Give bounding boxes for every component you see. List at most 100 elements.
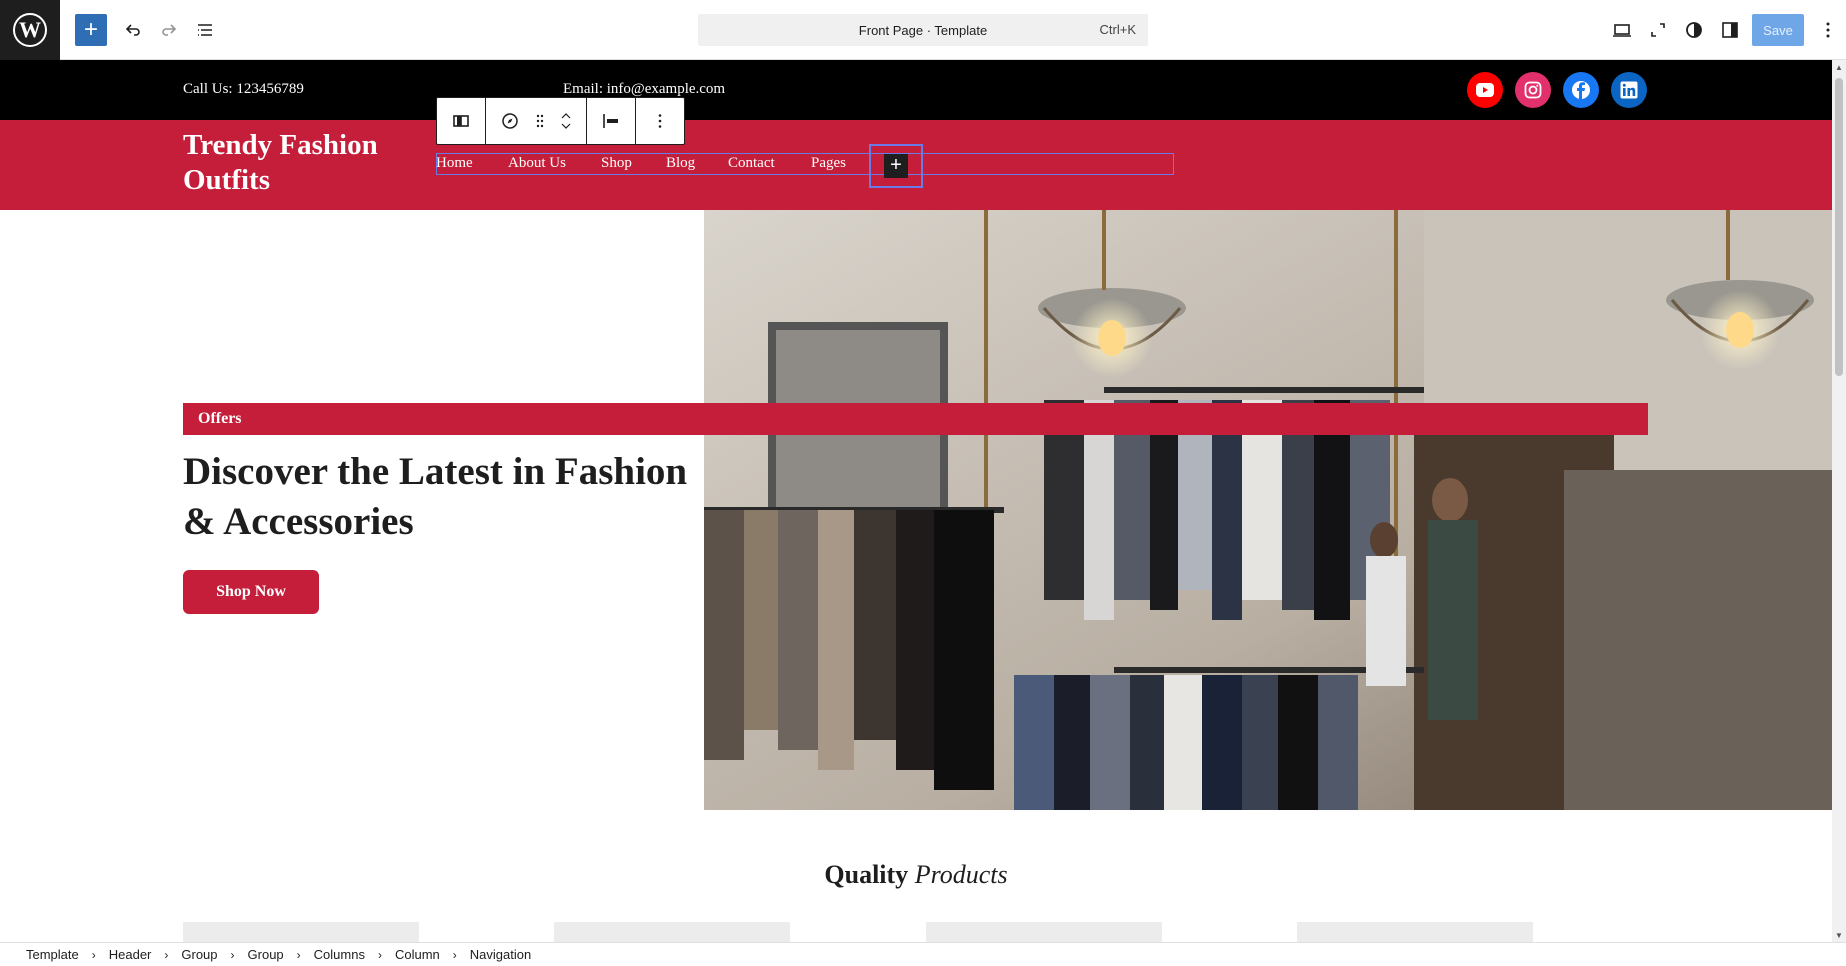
select-parent-button[interactable]: [443, 103, 479, 139]
product-card[interactable]: [183, 922, 419, 942]
plus-icon: +: [884, 154, 908, 178]
styles-button[interactable]: [1676, 12, 1712, 48]
command-shortcut: Ctrl+K: [1099, 22, 1136, 37]
nav-item-blog[interactable]: Blog: [666, 155, 695, 172]
canvas-scrollbar[interactable]: ▲ ▼: [1832, 60, 1846, 942]
justification-button[interactable]: [593, 103, 629, 139]
save-button[interactable]: Save: [1752, 14, 1804, 46]
top-info-bar: Call Us: 123456789 Email: info@example.c…: [0, 60, 1832, 120]
chevron-up-down-icon: [561, 113, 571, 129]
nav-item-shop[interactable]: Shop: [601, 155, 632, 172]
shop-now-button[interactable]: Shop Now: [183, 570, 319, 614]
move-buttons[interactable]: [552, 103, 580, 139]
breadcrumb-label: Group: [247, 947, 284, 962]
editor-toolbar-right: Save: [1604, 0, 1846, 60]
breadcrumb-item[interactable]: Columns ›: [314, 947, 395, 962]
scroll-up-arrow[interactable]: ▲: [1832, 60, 1846, 74]
wordpress-icon: W: [13, 12, 47, 47]
linkedin-icon: [1620, 81, 1638, 99]
breadcrumb-label: Columns: [313, 947, 365, 962]
clothing-store-image: [704, 210, 1832, 810]
breadcrumb-label: Navigation: [469, 947, 532, 962]
expand-icon: [1651, 23, 1665, 37]
more-vertical-icon: [1826, 22, 1830, 38]
columns-icon: [453, 115, 469, 127]
block-inserter-button[interactable]: +: [75, 13, 107, 46]
breadcrumb-label: Column: [394, 947, 440, 962]
youtube-icon: [1476, 83, 1494, 97]
editor-toolbar: W + Front Page · Template Ctrl+K Save: [0, 0, 1846, 60]
chevron-right-icon: ›: [164, 947, 169, 962]
sidebar-icon: [1722, 22, 1738, 38]
contrast-icon: [1686, 22, 1702, 38]
product-card[interactable]: [554, 922, 790, 942]
hero-heading: Discover the Latest in Fashion & Accesso…: [183, 450, 688, 543]
nav-item-home[interactable]: Home: [436, 155, 473, 172]
redo-icon: [162, 23, 177, 36]
drag-handle-icon: [536, 114, 544, 128]
breadcrumb-label: Template: [26, 947, 79, 962]
desktop-icon: [1613, 24, 1631, 37]
call-us-text: Call Us: 123456789: [183, 81, 304, 97]
breadcrumb-label: Header: [108, 947, 152, 962]
scroll-down-arrow[interactable]: ▼: [1832, 928, 1846, 942]
justify-left-icon: [603, 114, 618, 128]
breadcrumb-item[interactable]: Template ›: [26, 947, 109, 962]
scrollbar-thumb[interactable]: [1835, 78, 1843, 376]
list-view-icon: [198, 23, 212, 36]
instagram-link[interactable]: [1515, 72, 1551, 108]
compass-icon: [502, 113, 518, 129]
youtube-link[interactable]: [1467, 72, 1503, 108]
block-breadcrumb: Template › Header › Group › Group › Columns ›…: [0, 942, 1846, 966]
breadcrumb-label: Group: [181, 947, 218, 962]
command-palette-button[interactable]: Front Page · Template Ctrl+K: [698, 14, 1148, 46]
quality-heading-bold: Quality: [824, 860, 909, 889]
breadcrumb-item[interactable]: Group ›: [181, 947, 247, 962]
editor-canvas[interactable]: Call Us: 123456789 Email: info@example.c…: [0, 60, 1832, 942]
facebook-icon: [1572, 81, 1590, 99]
chevron-right-icon: ›: [377, 947, 382, 962]
email-text: Email: info@example.com: [563, 81, 726, 97]
linkedin-link[interactable]: [1611, 72, 1647, 108]
nav-item-about-us[interactable]: About Us: [508, 155, 566, 172]
quality-products-heading: Quality Products: [0, 860, 1832, 890]
block-options-button[interactable]: [642, 103, 678, 139]
block-type-button[interactable]: [492, 103, 528, 139]
options-group: [636, 98, 684, 144]
undo-button[interactable]: [115, 12, 151, 48]
site-title[interactable]: Trendy Fashion Outfits: [183, 128, 423, 198]
drag-handle[interactable]: [528, 103, 552, 139]
fullscreen-button[interactable]: [1640, 12, 1676, 48]
breadcrumb-item-current: Navigation: [470, 947, 531, 962]
offers-badge: Offers: [183, 403, 1648, 435]
facebook-link[interactable]: [1563, 72, 1599, 108]
chevron-right-icon: ›: [452, 947, 457, 962]
undo-icon: [125, 23, 140, 36]
chevron-right-icon: ›: [296, 947, 301, 962]
instagram-icon: [1524, 81, 1542, 99]
breadcrumb-item[interactable]: Group ›: [248, 947, 314, 962]
chevron-right-icon: ›: [91, 947, 96, 962]
options-menu-button[interactable]: [1810, 12, 1846, 48]
block-toolbar: [436, 97, 685, 145]
nav-add-item-button[interactable]: +: [869, 144, 923, 188]
nav-item-contact[interactable]: Contact: [728, 155, 775, 172]
document-overview-button[interactable]: [187, 12, 223, 48]
quality-heading-italic: Products: [914, 860, 1008, 889]
nav-item-pages[interactable]: Pages: [811, 155, 846, 172]
more-vertical-icon: [658, 114, 662, 128]
breadcrumb-item[interactable]: Column ›: [395, 947, 470, 962]
wordpress-logo-button[interactable]: W: [0, 0, 60, 60]
device-preview-button[interactable]: [1604, 12, 1640, 48]
block-controls-group: [486, 98, 587, 144]
alignment-group: [587, 98, 636, 144]
hero-image: [704, 210, 1832, 810]
document-title: Front Page · Template: [858, 22, 988, 38]
breadcrumb-item[interactable]: Header ›: [109, 947, 182, 962]
parent-selector-group: [437, 98, 486, 144]
product-card[interactable]: [926, 922, 1162, 942]
chevron-right-icon: ›: [230, 947, 235, 962]
product-card[interactable]: [1297, 922, 1533, 942]
settings-sidebar-button[interactable]: [1712, 12, 1748, 48]
redo-button[interactable]: [151, 12, 187, 48]
